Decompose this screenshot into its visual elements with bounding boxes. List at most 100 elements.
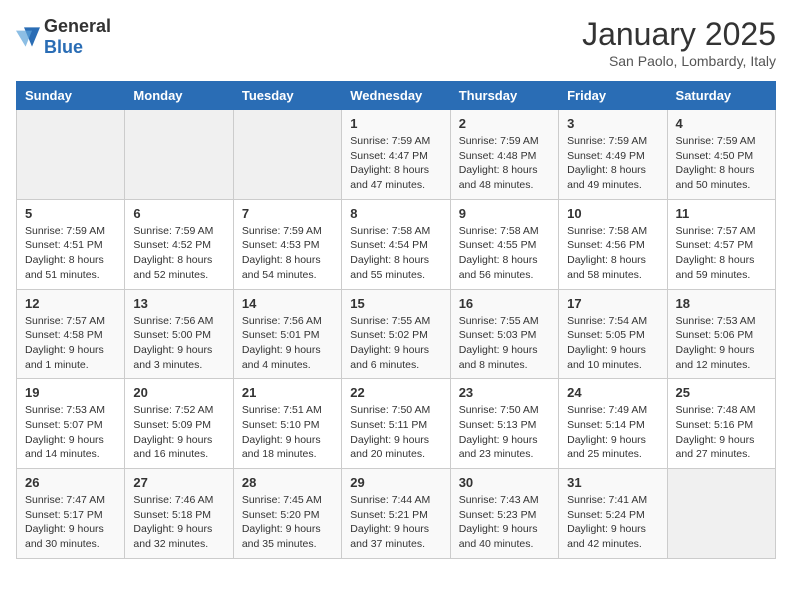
calendar-day-cell: [233, 110, 341, 200]
day-info: Sunrise: 7:50 AMSunset: 5:13 PMDaylight:…: [459, 403, 550, 462]
day-info: Sunrise: 7:55 AMSunset: 5:03 PMDaylight:…: [459, 314, 550, 373]
calendar-day-cell: 23 Sunrise: 7:50 AMSunset: 5:13 PMDayligh…: [450, 379, 558, 469]
calendar-day-cell: 17Sunrise: 7:54 AMSunset: 5:05 PMDayligh…: [559, 289, 667, 379]
day-info: Sunrise: 7:47 AMSunset: 5:17 PMDaylight:…: [25, 493, 116, 552]
weekday-header: Tuesday: [233, 82, 341, 110]
logo-icon: [16, 27, 40, 47]
day-info: Sunrise: 7:59 AMSunset: 4:53 PMDaylight:…: [242, 224, 333, 283]
day-info: Sunrise: 7:45 AMSunset: 5:20 PMDaylight:…: [242, 493, 333, 552]
day-number: 8: [350, 206, 441, 221]
day-number: 30: [459, 475, 550, 490]
day-number: 7: [242, 206, 333, 221]
calendar-day-cell: 1 Sunrise: 7:59 AMSunset: 4:47 PMDaylight…: [342, 110, 450, 200]
day-info: Sunrise: 7:59 AMSunset: 4:49 PMDaylight:…: [567, 134, 658, 193]
calendar-subtitle: San Paolo, Lombardy, Italy: [582, 53, 776, 69]
title-section: January 2025 San Paolo, Lombardy, Italy: [582, 16, 776, 69]
weekday-header: Saturday: [667, 82, 775, 110]
day-info: Sunrise: 7:59 AMSunset: 4:48 PMDaylight:…: [459, 134, 550, 193]
weekday-header: Friday: [559, 82, 667, 110]
calendar-week-row: 12 Sunrise: 7:57 AMSunset: 4:58 PMDayligh…: [17, 289, 776, 379]
calendar-day-cell: 13 Sunrise: 7:56 AMSunset: 5:00 PMDayligh…: [125, 289, 233, 379]
calendar-day-cell: 3 Sunrise: 7:59 AMSunset: 4:49 PMDaylight…: [559, 110, 667, 200]
day-info: Sunrise: 7:58 AMSunset: 4:56 PMDaylight:…: [567, 224, 658, 283]
day-info: Sunrise: 7:57 AMSunset: 4:57 PMDaylight:…: [676, 224, 767, 283]
weekday-header: Monday: [125, 82, 233, 110]
day-number: 22: [350, 385, 441, 400]
calendar-day-cell: 4Sunrise: 7:59 AMSunset: 4:50 PMDaylight…: [667, 110, 775, 200]
day-info: Sunrise: 7:44 AMSunset: 5:21 PMDaylight:…: [350, 493, 441, 552]
day-info: Sunrise: 7:58 AMSunset: 4:55 PMDaylight:…: [459, 224, 550, 283]
day-number: 12: [25, 296, 116, 311]
day-info: Sunrise: 7:53 AMSunset: 5:07 PMDaylight:…: [25, 403, 116, 462]
calendar-day-cell: 12 Sunrise: 7:57 AMSunset: 4:58 PMDayligh…: [17, 289, 125, 379]
day-number: 24: [567, 385, 658, 400]
day-info: Sunrise: 7:41 AMSunset: 5:24 PMDaylight:…: [567, 493, 658, 552]
calendar-day-cell: 29Sunrise: 7:44 AMSunset: 5:21 PMDayligh…: [342, 469, 450, 559]
day-info: Sunrise: 7:43 AMSunset: 5:23 PMDaylight:…: [459, 493, 550, 552]
day-number: 11: [676, 206, 767, 221]
day-number: 3: [567, 116, 658, 131]
day-number: 1: [350, 116, 441, 131]
day-number: 19: [25, 385, 116, 400]
calendar-day-cell: 8 Sunrise: 7:58 AMSunset: 4:54 PMDaylight…: [342, 199, 450, 289]
day-info: Sunrise: 7:52 AMSunset: 5:09 PMDaylight:…: [133, 403, 224, 462]
day-info: Sunrise: 7:56 AMSunset: 5:00 PMDaylight:…: [133, 314, 224, 373]
day-info: Sunrise: 7:59 AMSunset: 4:52 PMDaylight:…: [133, 224, 224, 283]
day-number: 21: [242, 385, 333, 400]
logo: General Blue: [16, 16, 111, 58]
calendar-day-cell: 6 Sunrise: 7:59 AMSunset: 4:52 PMDaylight…: [125, 199, 233, 289]
day-info: Sunrise: 7:48 AMSunset: 5:16 PMDaylight:…: [676, 403, 767, 462]
calendar-day-cell: 10 Sunrise: 7:58 AMSunset: 4:56 PMDayligh…: [559, 199, 667, 289]
calendar-day-cell: 2 Sunrise: 7:59 AMSunset: 4:48 PMDaylight…: [450, 110, 558, 200]
calendar-day-cell: 7 Sunrise: 7:59 AMSunset: 4:53 PMDaylight…: [233, 199, 341, 289]
day-info: Sunrise: 7:59 AMSunset: 4:47 PMDaylight:…: [350, 134, 441, 193]
logo-text: General Blue: [44, 16, 111, 58]
day-number: 18: [676, 296, 767, 311]
day-number: 13: [133, 296, 224, 311]
calendar-week-row: 1 Sunrise: 7:59 AMSunset: 4:47 PMDaylight…: [17, 110, 776, 200]
day-number: 25: [676, 385, 767, 400]
calendar-day-cell: 19 Sunrise: 7:53 AMSunset: 5:07 PMDayligh…: [17, 379, 125, 469]
weekday-header: Sunday: [17, 82, 125, 110]
calendar-day-cell: 15 Sunrise: 7:55 AMSunset: 5:02 PMDayligh…: [342, 289, 450, 379]
day-number: 28: [242, 475, 333, 490]
logo-general: General: [44, 16, 111, 36]
day-number: 14: [242, 296, 333, 311]
day-number: 2: [459, 116, 550, 131]
day-number: 10: [567, 206, 658, 221]
day-number: 23: [459, 385, 550, 400]
calendar-day-cell: 30 Sunrise: 7:43 AMSunset: 5:23 PMDayligh…: [450, 469, 558, 559]
calendar-day-cell: 20 Sunrise: 7:52 AMSunset: 5:09 PMDayligh…: [125, 379, 233, 469]
calendar-day-cell: 18Sunrise: 7:53 AMSunset: 5:06 PMDayligh…: [667, 289, 775, 379]
day-info: Sunrise: 7:55 AMSunset: 5:02 PMDaylight:…: [350, 314, 441, 373]
calendar-table: SundayMondayTuesdayWednesdayThursdayFrid…: [16, 81, 776, 559]
calendar-day-cell: 27Sunrise: 7:46 AMSunset: 5:18 PMDayligh…: [125, 469, 233, 559]
day-number: 15: [350, 296, 441, 311]
calendar-day-cell: 14Sunrise: 7:56 AMSunset: 5:01 PMDayligh…: [233, 289, 341, 379]
page-header: General Blue January 2025 San Paolo, Lom…: [16, 16, 776, 69]
day-number: 31: [567, 475, 658, 490]
day-info: Sunrise: 7:59 AMSunset: 4:50 PMDaylight:…: [676, 134, 767, 193]
day-info: Sunrise: 7:54 AMSunset: 5:05 PMDaylight:…: [567, 314, 658, 373]
day-info: Sunrise: 7:59 AMSunset: 4:51 PMDaylight:…: [25, 224, 116, 283]
day-info: Sunrise: 7:57 AMSunset: 4:58 PMDaylight:…: [25, 314, 116, 373]
calendar-day-cell: 24 Sunrise: 7:49 AMSunset: 5:14 PMDayligh…: [559, 379, 667, 469]
day-number: 20: [133, 385, 224, 400]
day-number: 16: [459, 296, 550, 311]
day-number: 26: [25, 475, 116, 490]
day-number: 6: [133, 206, 224, 221]
day-info: Sunrise: 7:58 AMSunset: 4:54 PMDaylight:…: [350, 224, 441, 283]
calendar-week-row: 5 Sunrise: 7:59 AMSunset: 4:51 PMDaylight…: [17, 199, 776, 289]
calendar-day-cell: 31 Sunrise: 7:41 AMSunset: 5:24 PMDayligh…: [559, 469, 667, 559]
day-info: Sunrise: 7:51 AMSunset: 5:10 PMDaylight:…: [242, 403, 333, 462]
weekday-header-row: SundayMondayTuesdayWednesdayThursdayFrid…: [17, 82, 776, 110]
day-info: Sunrise: 7:49 AMSunset: 5:14 PMDaylight:…: [567, 403, 658, 462]
day-number: 5: [25, 206, 116, 221]
day-number: 9: [459, 206, 550, 221]
day-info: Sunrise: 7:46 AMSunset: 5:18 PMDaylight:…: [133, 493, 224, 552]
calendar-day-cell: 21 Sunrise: 7:51 AMSunset: 5:10 PMDayligh…: [233, 379, 341, 469]
calendar-day-cell: 9 Sunrise: 7:58 AMSunset: 4:55 PMDaylight…: [450, 199, 558, 289]
calendar-week-row: 19 Sunrise: 7:53 AMSunset: 5:07 PMDayligh…: [17, 379, 776, 469]
calendar-day-cell: 26 Sunrise: 7:47 AMSunset: 5:17 PMDayligh…: [17, 469, 125, 559]
calendar-day-cell: 5 Sunrise: 7:59 AMSunset: 4:51 PMDaylight…: [17, 199, 125, 289]
